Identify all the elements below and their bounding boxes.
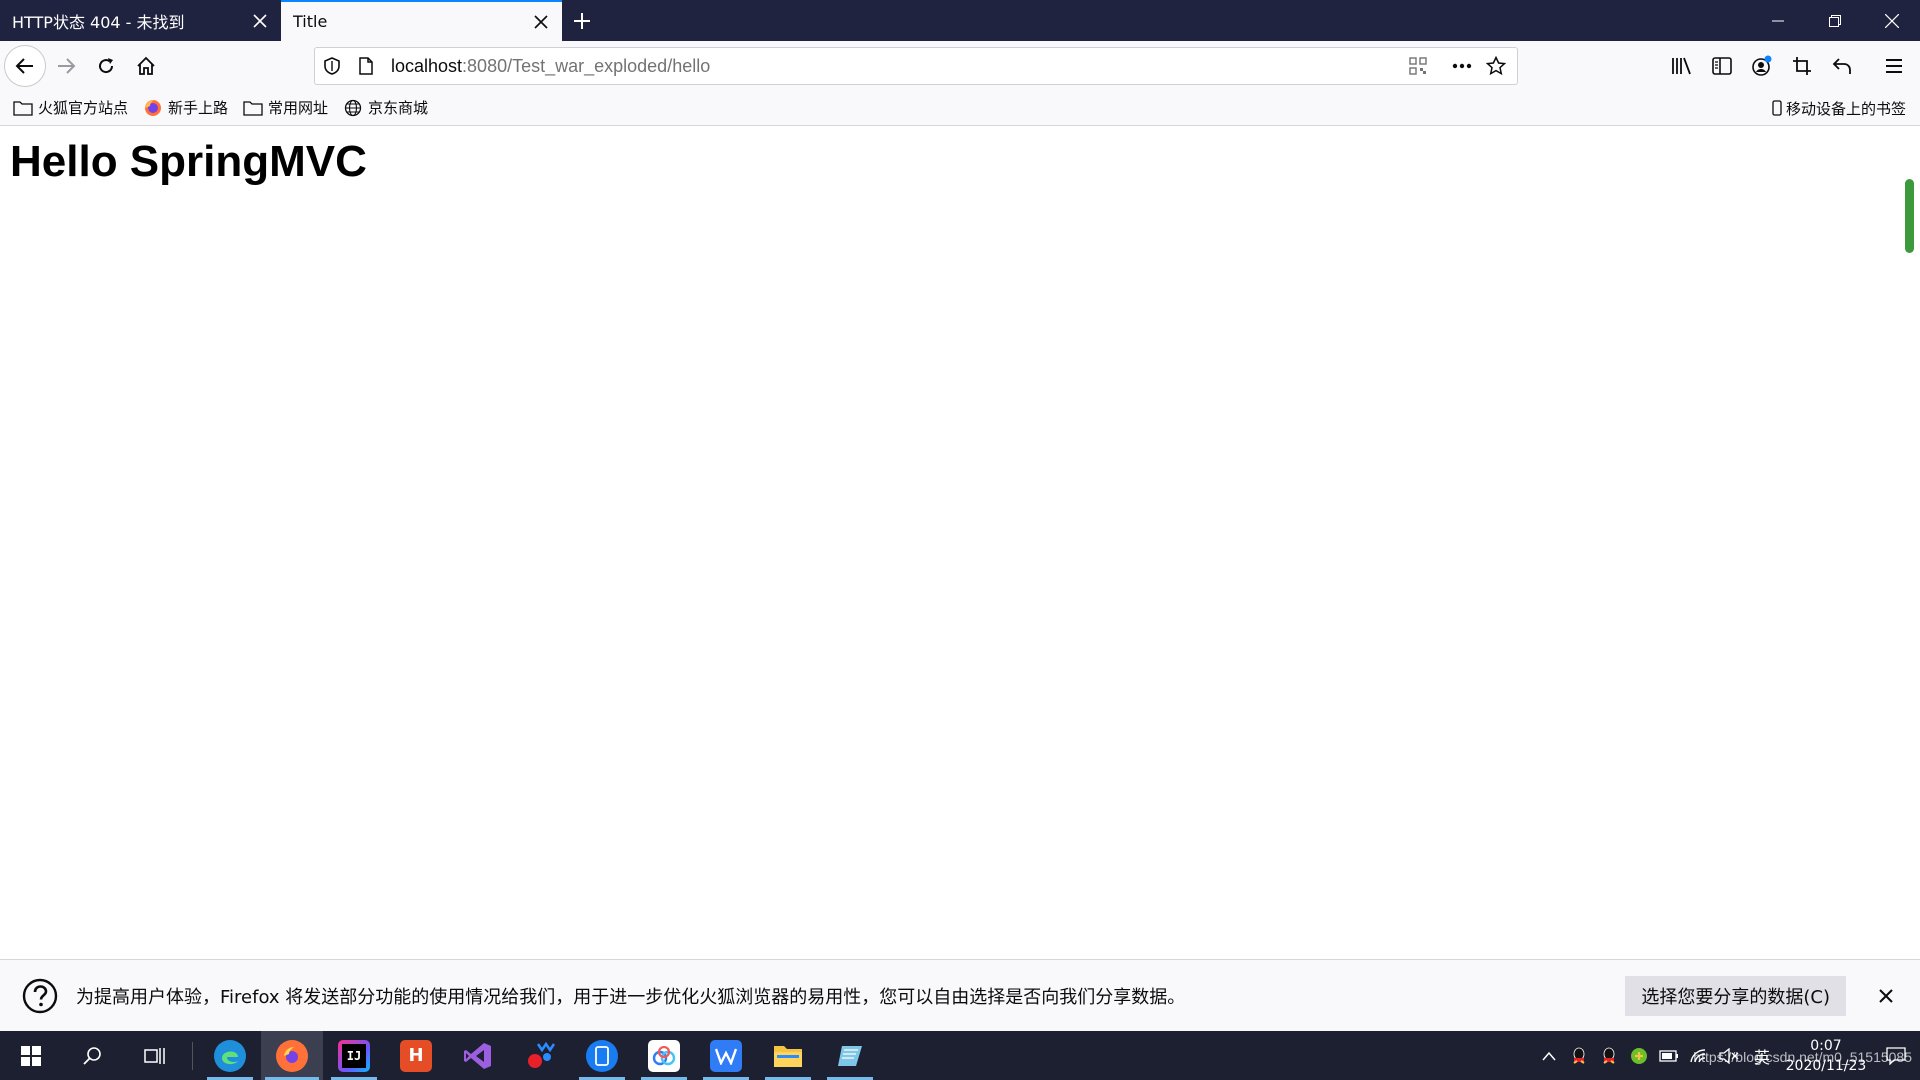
sidebar-icon[interactable] [1702, 46, 1742, 86]
bookmark-label: 京东商城 [368, 97, 428, 118]
url-host: localhost [391, 56, 462, 76]
data-sharing-notification: 为提高用户体验，Firefox 将发送部分功能的使用情况给我们，用于进一步优化火… [0, 959, 1920, 1031]
search-button[interactable] [62, 1031, 124, 1080]
hbuilder-icon: H [400, 1040, 432, 1072]
url-bar[interactable]: localhost:8080/Test_war_exploded/hello [314, 47, 1518, 85]
bookmark-label: 新手上路 [168, 97, 228, 118]
start-button[interactable] [0, 1031, 62, 1080]
taskbar-edge[interactable] [199, 1031, 261, 1080]
file-explorer-icon [773, 1043, 803, 1069]
mobile-bookmarks[interactable]: 移动设备上的书签 [1770, 90, 1906, 126]
page-icon[interactable] [349, 49, 383, 83]
task-view-button[interactable] [124, 1031, 186, 1080]
close-window-button[interactable] [1863, 0, 1920, 41]
notes-icon [836, 1042, 864, 1070]
bookmark-getting-started[interactable]: 新手上路 [142, 94, 228, 122]
baidu-netdisk-icon [648, 1040, 680, 1072]
visual-studio-icon [463, 1041, 493, 1071]
chevron-up-icon[interactable] [1534, 1031, 1564, 1080]
shield-icon[interactable] [315, 49, 349, 83]
minimize-button[interactable] [1749, 0, 1806, 41]
close-icon[interactable] [1868, 978, 1904, 1014]
tab-title: Title [293, 12, 530, 31]
forward-button[interactable] [46, 46, 86, 86]
new-tab-button[interactable] [562, 0, 602, 41]
choose-data-button[interactable]: 选择您要分享的数据(C) [1625, 976, 1846, 1016]
home-button[interactable] [126, 46, 166, 86]
more-actions-icon[interactable] [1445, 49, 1479, 83]
edge-icon [214, 1040, 246, 1072]
qr-code-icon[interactable] [1401, 49, 1435, 83]
qq-icon[interactable] [1564, 1031, 1594, 1080]
notification-text: 为提高用户体验，Firefox 将发送部分功能的使用情况给我们，用于进一步优化火… [76, 983, 1625, 1009]
arrow-right-icon [56, 56, 76, 76]
mobile-bookmarks-label: 移动设备上的书签 [1786, 98, 1906, 119]
tab-title-page[interactable]: Title [281, 0, 562, 41]
intellij-icon: IJ [338, 1040, 370, 1072]
task-view-icon [144, 1046, 166, 1066]
undo-icon[interactable] [1822, 46, 1862, 86]
url-text[interactable]: localhost:8080/Test_war_exploded/hello [391, 56, 1401, 77]
taskbar-firefox[interactable] [261, 1031, 323, 1080]
taskbar-file-explorer[interactable] [757, 1031, 819, 1080]
bookmark-firefox-official[interactable]: 火狐官方站点 [12, 94, 128, 122]
taskbar-baidu-netdisk[interactable] [633, 1031, 695, 1080]
reload-button[interactable] [86, 46, 126, 86]
tab-title: HTTP状态 404 - 未找到 [12, 9, 249, 33]
scrollbar-indicator[interactable] [1905, 179, 1914, 253]
wps-icon [710, 1040, 742, 1072]
page-heading: Hello SpringMVC [10, 137, 367, 187]
firefox-icon [142, 97, 164, 119]
bookmark-jd[interactable]: 京东商城 [342, 94, 428, 122]
tab-404[interactable]: HTTP状态 404 - 未找到 [0, 0, 281, 41]
mobile-device-icon [1770, 97, 1784, 119]
taskbar-wps[interactable] [695, 1031, 757, 1080]
search-icon [83, 1046, 103, 1066]
battery-icon[interactable] [1654, 1031, 1684, 1080]
watermark-text: https://blog.csdn.net/m0_51515085 [1693, 1049, 1912, 1065]
url-path: :8080/Test_war_exploded/hello [462, 56, 710, 76]
restore-button[interactable] [1806, 0, 1863, 41]
folder-icon [12, 97, 34, 119]
navigation-toolbar: localhost:8080/Test_war_exploded/hello [0, 41, 1920, 90]
taskbar-phone[interactable] [571, 1031, 633, 1080]
library-icon[interactable] [1662, 46, 1702, 86]
home-icon [136, 56, 156, 76]
security-icon[interactable] [1624, 1031, 1654, 1080]
reload-icon [96, 56, 116, 76]
screenshot-icon[interactable] [1782, 46, 1822, 86]
arrow-left-icon [15, 56, 35, 76]
game-icon [524, 1040, 556, 1072]
folder-icon [242, 97, 264, 119]
windows-taskbar: IJ H [0, 1031, 1920, 1080]
bookmark-star-icon[interactable] [1479, 49, 1513, 83]
tab-strip: HTTP状态 404 - 未找到 Title [0, 0, 1920, 41]
windows-icon [21, 1046, 41, 1066]
taskbar-notes[interactable] [819, 1031, 881, 1080]
back-button[interactable] [4, 45, 46, 87]
phone-icon [586, 1040, 618, 1072]
firefox-icon [276, 1040, 308, 1072]
qq-icon[interactable] [1594, 1031, 1624, 1080]
tab-close-button[interactable] [530, 11, 552, 33]
page-content: Hello SpringMVC [0, 127, 1920, 959]
bookmark-label: 火狐官方站点 [38, 97, 128, 118]
bookmarks-bar: 火狐官方站点 新手上路 常用网址 京东商城 移动设备上的书签 [0, 90, 1920, 126]
tab-close-button[interactable] [249, 10, 271, 32]
window-controls [1749, 0, 1920, 41]
question-icon [20, 976, 60, 1016]
taskbar-game[interactable] [509, 1031, 571, 1080]
account-icon[interactable] [1742, 46, 1782, 86]
hamburger-menu-icon[interactable] [1874, 46, 1914, 86]
globe-icon [342, 97, 364, 119]
taskbar-intellij[interactable]: IJ [323, 1031, 385, 1080]
toolbar-right [1662, 41, 1920, 90]
taskbar-visual-studio[interactable] [447, 1031, 509, 1080]
taskbar-hbuilder[interactable]: H [385, 1031, 447, 1080]
bookmark-common-sites[interactable]: 常用网址 [242, 94, 328, 122]
bookmark-label: 常用网址 [268, 97, 328, 118]
